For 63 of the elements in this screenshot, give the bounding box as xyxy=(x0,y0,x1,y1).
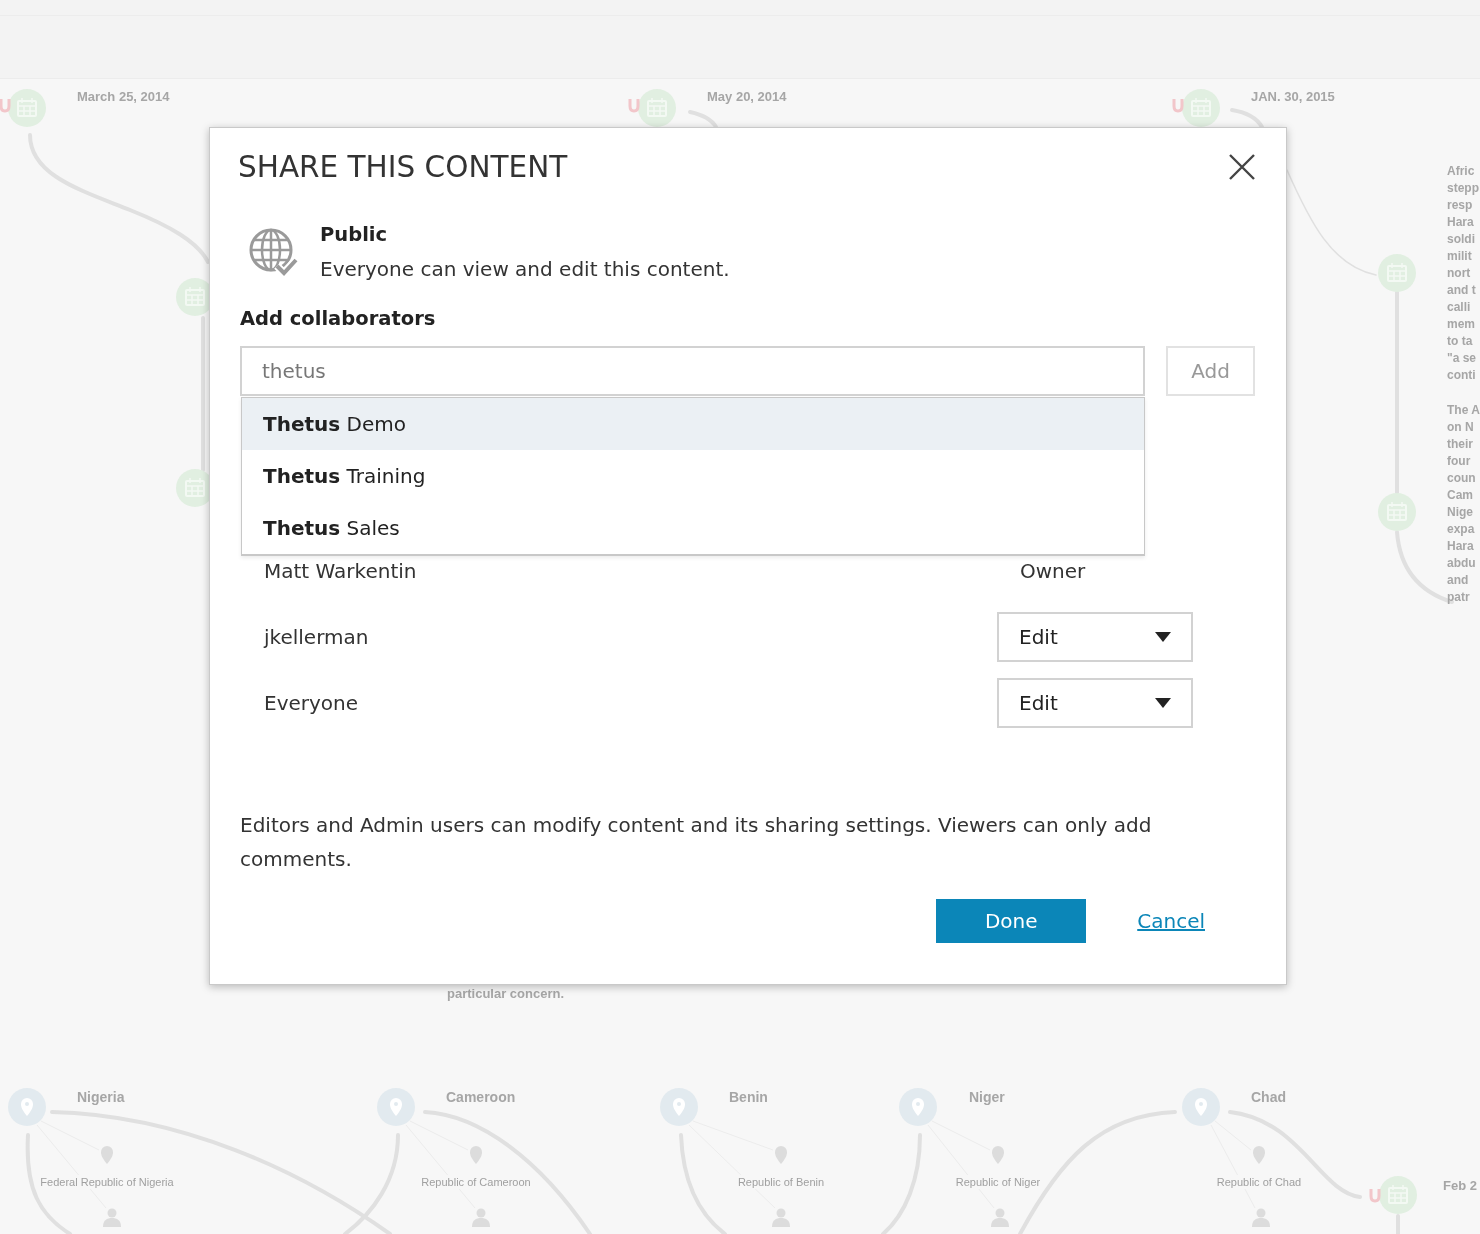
person-icon xyxy=(991,1208,1009,1227)
map-pin-icon xyxy=(899,1088,937,1126)
dialog-title: SHARE THIS CONTENT xyxy=(238,149,568,186)
map-pin-icon xyxy=(775,1146,787,1164)
map-pin-icon xyxy=(1253,1146,1265,1164)
article-text: Afric stepp resp Hara soldi milit nort and t calli mem to ta "a se conti xyxy=(1447,163,1480,384)
location-name: Cameroon xyxy=(446,1088,516,1106)
map-pin-icon xyxy=(1182,1088,1220,1126)
collaborator-name: Matt Warkentin xyxy=(264,559,418,583)
map-pin-icon xyxy=(377,1088,415,1126)
person-icon xyxy=(103,1208,121,1227)
collaborator-name: jkellerman xyxy=(264,625,370,649)
timeline-date: JAN. 30, 2015 xyxy=(1251,88,1335,106)
person-icon xyxy=(772,1208,790,1227)
timeline-date: March 25, 2014 xyxy=(77,88,170,106)
role-label: Owner xyxy=(1019,559,1086,583)
location-detail: Republic of Benin xyxy=(735,1175,827,1189)
visibility-description: Everyone can view and edit this content. xyxy=(320,256,730,283)
article-text: The A on N their four coun Cam Nige expa Hara abdu and patr xyxy=(1447,402,1480,606)
role-select[interactable]: Edit xyxy=(997,612,1193,662)
permissions-note: Editors and Admin users can modify content and its sharing settings. Viewers can only add comments. xyxy=(240,812,1153,873)
location-name: Chad xyxy=(1251,1088,1286,1106)
timeline-date: Feb 2 xyxy=(1443,1177,1477,1195)
visibility-label: Public xyxy=(320,222,389,248)
calendar-icon xyxy=(8,89,46,127)
collaborator-name: Everyone xyxy=(264,691,360,715)
u-shape-icon xyxy=(1369,1189,1381,1203)
u-shape-icon xyxy=(0,99,11,113)
search-field[interactable]: thetus xyxy=(240,346,1145,396)
location-detail: Republic of Cameroon xyxy=(419,1175,533,1189)
map-pin-icon xyxy=(101,1146,113,1164)
map-pin-icon xyxy=(660,1088,698,1126)
person-icon xyxy=(1252,1208,1270,1227)
cancel-link[interactable]: Cancel xyxy=(1137,906,1205,936)
timeline-date: May 20, 2014 xyxy=(707,88,787,106)
close-icon[interactable] xyxy=(1229,154,1255,180)
suggestion-item[interactable]: Thetus Training xyxy=(242,450,1144,502)
suggestion-item[interactable]: Thetus Demo xyxy=(242,398,1144,450)
location-name: Benin xyxy=(729,1088,768,1106)
u-shape-icon xyxy=(1172,99,1184,113)
caption-text: particular concern. xyxy=(447,986,565,1002)
location-name: Niger xyxy=(969,1088,1005,1106)
section-heading: Add collaborators xyxy=(240,306,437,332)
done-button[interactable]: Done xyxy=(936,899,1087,943)
location-detail: Republic of Niger xyxy=(953,1175,1043,1189)
calendar-icon xyxy=(1379,1176,1417,1214)
location-name: Nigeria xyxy=(77,1088,125,1106)
caret-icon xyxy=(1155,632,1171,642)
calendar-icon xyxy=(1378,254,1416,292)
person-icon xyxy=(472,1208,490,1227)
location-detail: Federal Republic of Nigeria xyxy=(38,1175,176,1189)
connector-line xyxy=(688,110,718,129)
map-pin-icon xyxy=(8,1088,46,1126)
connector-line xyxy=(1230,108,1264,129)
role-select[interactable]: Edit xyxy=(997,678,1193,728)
map-pin-icon xyxy=(470,1146,482,1164)
calendar-icon xyxy=(1378,493,1416,531)
u-shape-icon xyxy=(628,99,640,113)
caret-icon xyxy=(1155,698,1171,708)
location-detail: Republic of Chad xyxy=(1214,1175,1304,1189)
map-pin-icon xyxy=(992,1146,1004,1164)
suggestion-item[interactable]: Thetus Sales xyxy=(242,502,1144,554)
globe-check-icon xyxy=(248,227,298,277)
